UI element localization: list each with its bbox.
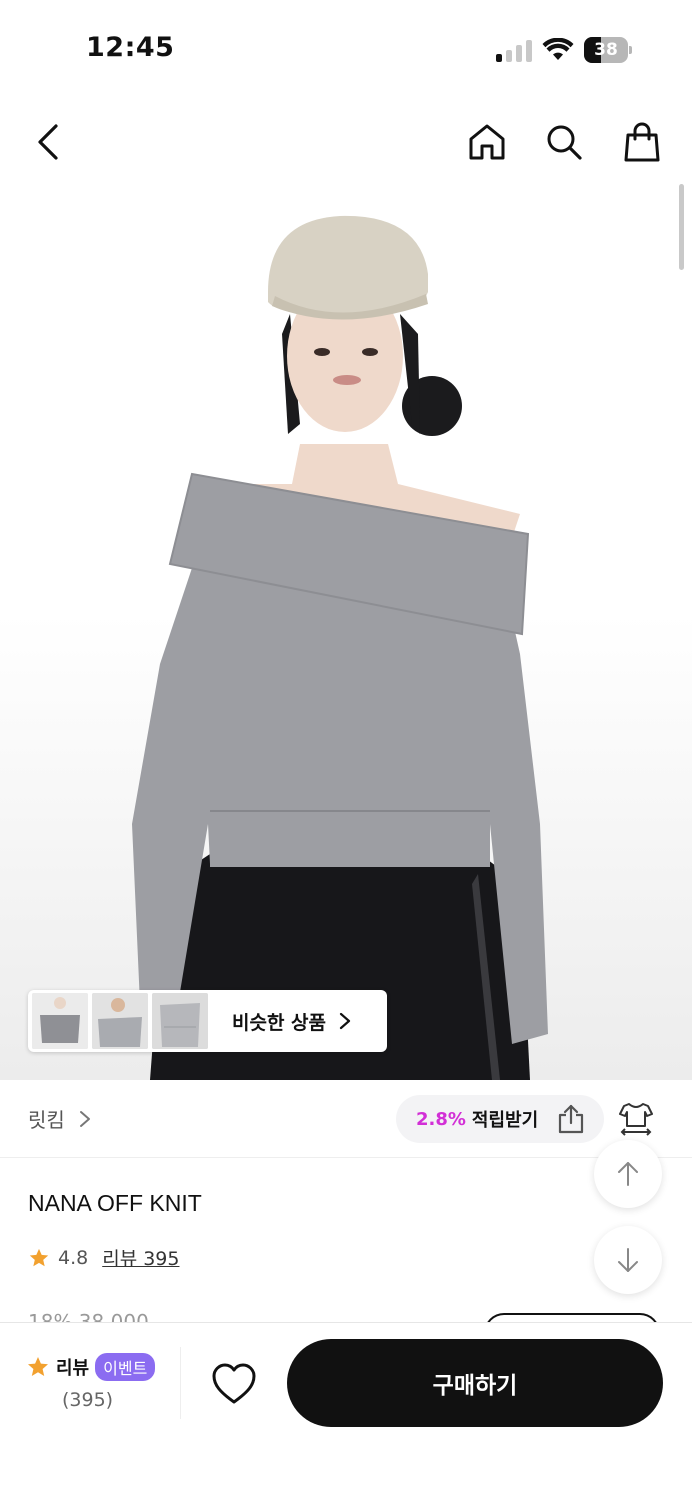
star-icon — [29, 1248, 49, 1266]
battery-icon: 38 — [584, 37, 632, 63]
share-icon[interactable] — [556, 1103, 586, 1135]
review-label: 리뷰 — [56, 1358, 90, 1379]
arrow-down-icon — [618, 1248, 638, 1272]
divider — [180, 1347, 181, 1419]
similar-product-thumbnail-3 — [152, 993, 208, 1049]
review-summary-button[interactable]: 리뷰 이벤트 (395) — [26, 1353, 176, 1411]
sweater-hem — [210, 809, 490, 867]
back-button[interactable] — [24, 118, 72, 166]
points-button[interactable]: 2.8% 적립받기 — [396, 1095, 604, 1143]
brand-link[interactable]: 릿킴 — [28, 1104, 91, 1133]
arrow-up-icon — [618, 1162, 638, 1186]
image-scroll-indicator — [679, 184, 684, 270]
home-icon — [469, 124, 505, 160]
home-button[interactable] — [463, 118, 511, 166]
similar-product-thumbnail-1 — [32, 993, 88, 1049]
status-bar: 12:45 38 — [0, 0, 692, 100]
scroll-up-button[interactable] — [594, 1140, 662, 1208]
search-button[interactable] — [540, 118, 588, 166]
brand-name: 릿킴 — [28, 1108, 65, 1132]
product-name: NANA OFF KNIT — [28, 1190, 202, 1216]
cart-button[interactable] — [618, 118, 666, 166]
rating-row: 4.8 리뷰 395 — [28, 1244, 179, 1271]
similar-products-label: 비슷한 상품 — [232, 1011, 327, 1034]
similar-product-thumbnail-2 — [92, 993, 148, 1049]
review-count: (395) — [62, 1389, 114, 1411]
product-image[interactable]: 비슷한 상품 — [0, 184, 692, 1080]
bottom-action-bar: 리뷰 이벤트 (395) 구매하기 — [0, 1322, 692, 1500]
search-icon — [547, 125, 582, 160]
cap — [268, 215, 428, 316]
size-guide-icon[interactable] — [618, 1100, 654, 1136]
review-link[interactable]: 리뷰 395 — [102, 1244, 179, 1271]
cellular-signal-icon — [496, 40, 532, 62]
shopping-bag-icon — [624, 122, 660, 162]
battery-level: 38 — [594, 40, 618, 60]
product-photo — [132, 215, 548, 1080]
chevron-right-icon — [79, 1110, 90, 1127]
rating-value: 4.8 — [58, 1246, 89, 1269]
top-nav — [0, 100, 692, 184]
brand-row: 릿킴 2.8% 적립받기 — [0, 1080, 692, 1158]
buy-button[interactable]: 구매하기 — [287, 1339, 663, 1427]
wifi-icon — [542, 38, 574, 60]
star-icon — [28, 1357, 48, 1376]
chevron-right-icon — [339, 1012, 351, 1030]
similar-products-button[interactable]: 비슷한 상품 — [28, 990, 387, 1052]
event-badge: 이벤트 — [95, 1353, 156, 1381]
back-icon — [38, 124, 58, 160]
points-label: 적립받기 — [471, 1110, 539, 1131]
status-time: 12:45 — [86, 32, 175, 63]
scroll-down-button[interactable] — [594, 1226, 662, 1294]
points-rate: 2.8% — [416, 1108, 466, 1130]
heart-icon[interactable] — [210, 1361, 258, 1407]
